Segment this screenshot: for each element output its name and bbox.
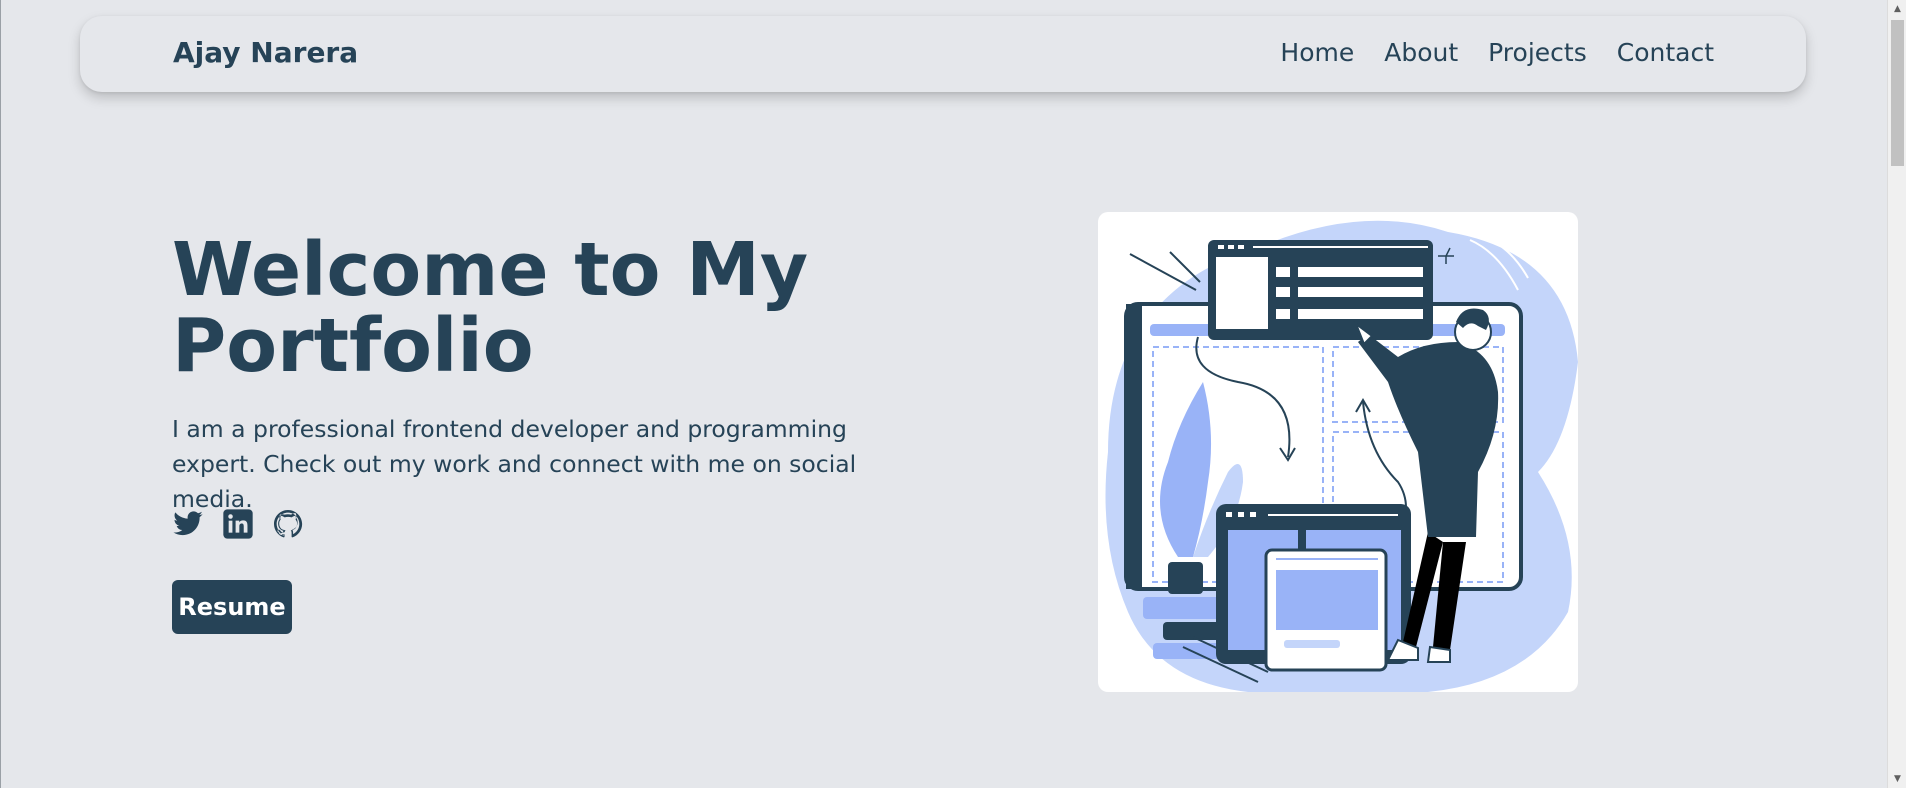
- github-icon[interactable]: [272, 508, 304, 540]
- navbar: Ajay Narera Home About Projects Contact: [80, 16, 1806, 92]
- hero-description: I am a professional frontend developer a…: [172, 415, 857, 513]
- nav-link-projects[interactable]: Projects: [1488, 38, 1587, 67]
- scroll-down-arrow-icon[interactable]: ▼: [1891, 772, 1904, 786]
- nav-links: Home About Projects Contact: [1250, 38, 1714, 67]
- scroll-up-arrow-icon[interactable]: ▲: [1891, 2, 1904, 16]
- hero-illustration: [1098, 212, 1578, 692]
- scroll-thumb[interactable]: [1891, 20, 1904, 166]
- nav-link-about[interactable]: About: [1384, 38, 1458, 67]
- hero-title: Welcome to My Portfolio: [172, 227, 809, 389]
- window-edge: [0, 0, 1, 788]
- social-links: [172, 508, 322, 540]
- brand-logo[interactable]: Ajay Narera: [173, 36, 358, 69]
- linkedin-icon[interactable]: [222, 508, 254, 540]
- nav-link-home[interactable]: Home: [1280, 38, 1354, 67]
- page-scrollbar[interactable]: ▲ ▼: [1887, 0, 1906, 788]
- resume-button[interactable]: Resume: [172, 580, 292, 634]
- twitter-icon[interactable]: [172, 508, 204, 540]
- nav-link-contact[interactable]: Contact: [1617, 38, 1714, 67]
